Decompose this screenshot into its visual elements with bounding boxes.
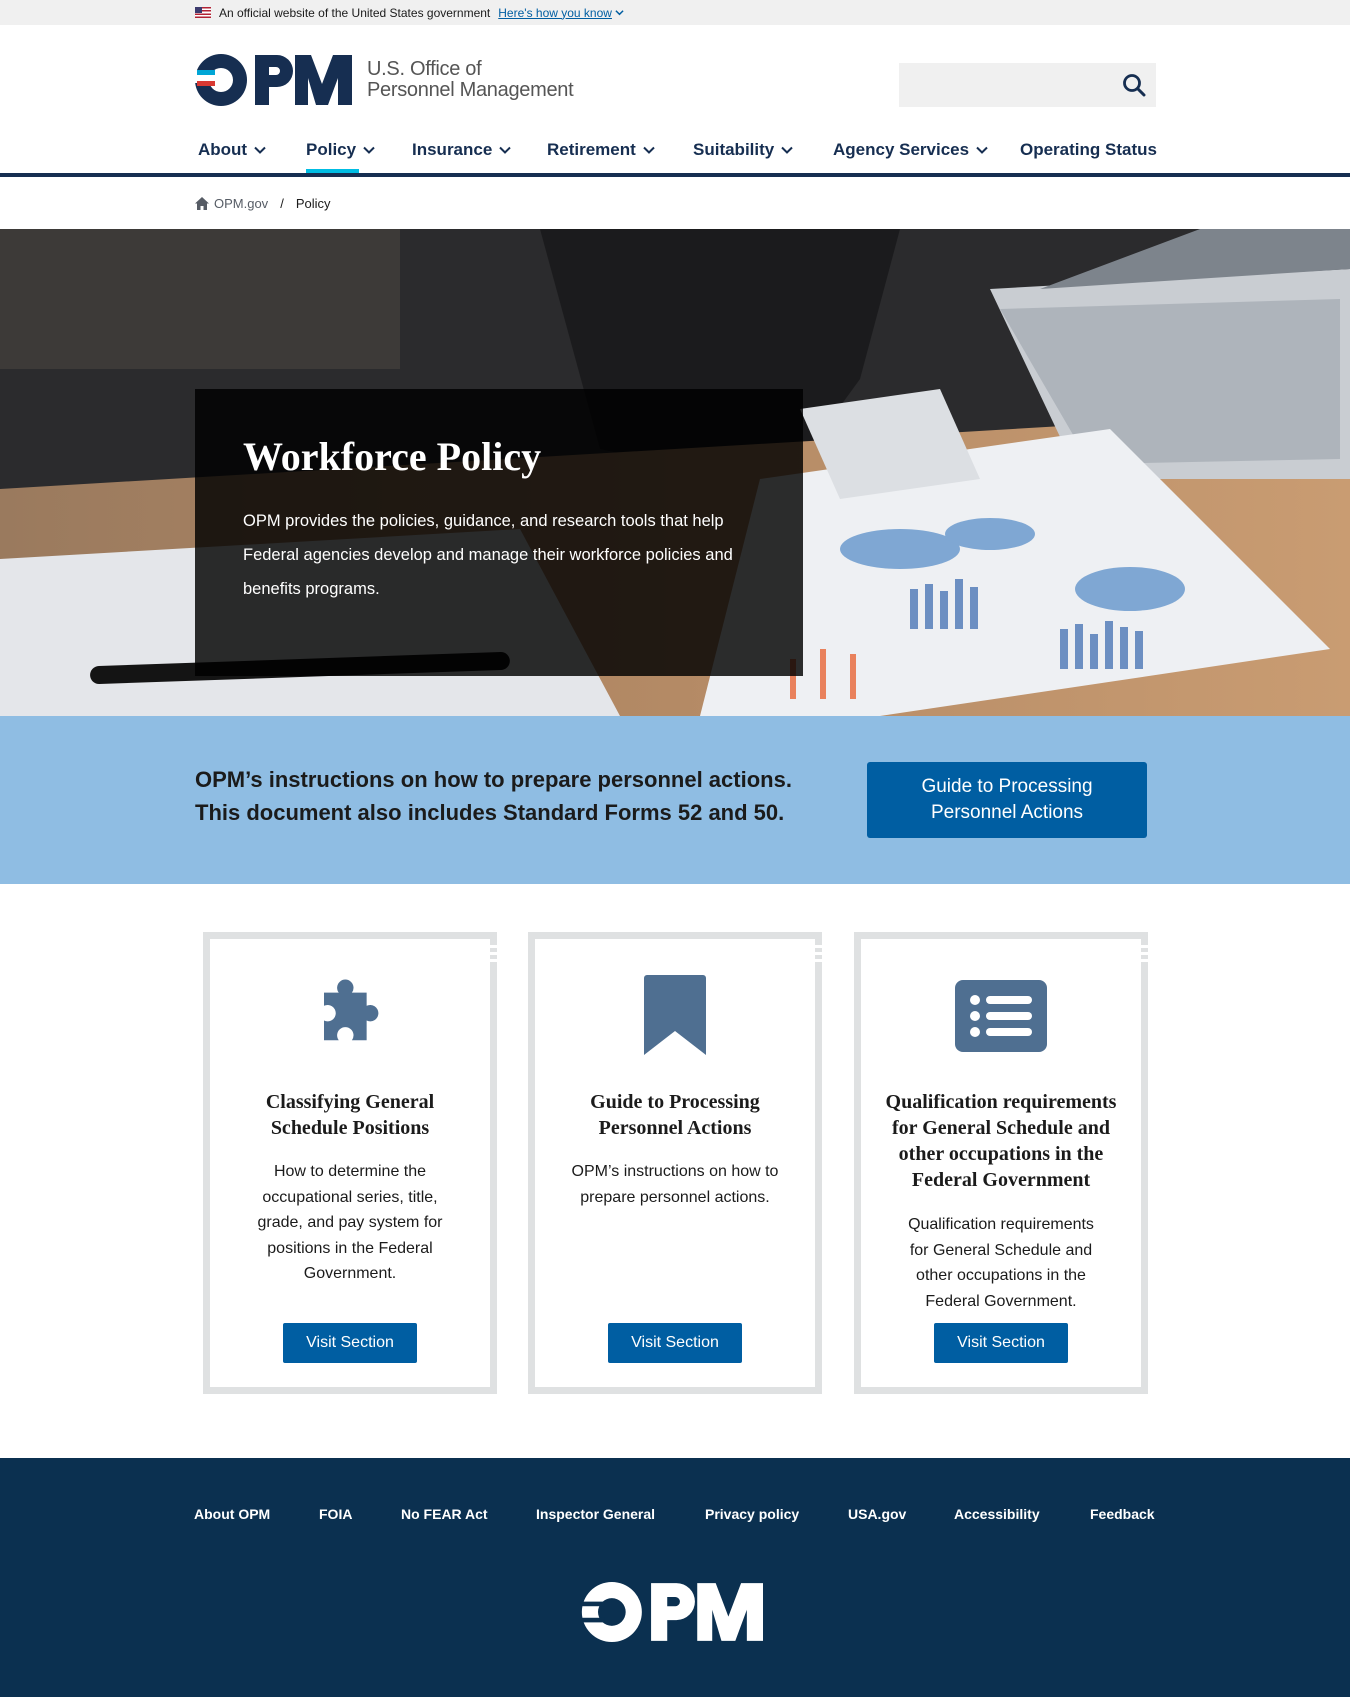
chevron-down-icon bbox=[976, 146, 988, 154]
nav-item-agency-services[interactable]: Agency Services bbox=[833, 127, 988, 173]
card-title: Classifying General Schedule Positions bbox=[265, 1091, 435, 1139]
breadcrumb-home-link[interactable]: OPM.gov bbox=[195, 196, 268, 211]
card-corner-decoration bbox=[1141, 945, 1148, 965]
breadcrumb-current: Policy bbox=[295, 196, 331, 211]
visit-section-button[interactable]: Visit Section bbox=[608, 1323, 742, 1363]
card-corner-decoration bbox=[815, 945, 822, 965]
footer-link-inspector-general[interactable]: Inspector General bbox=[536, 1506, 655, 1522]
site-logo[interactable]: U.S. Office of Personnel Management bbox=[195, 54, 574, 106]
visit-section-button[interactable]: Visit Section bbox=[934, 1323, 1068, 1363]
footer-opm-logo[interactable] bbox=[580, 1582, 766, 1647]
card-description: Qualification requirements for General S… bbox=[908, 1216, 1094, 1310]
footer-link-feedback[interactable]: Feedback bbox=[1090, 1506, 1155, 1522]
callout-text: OPM’s instructions on how to prepare per… bbox=[195, 767, 792, 825]
search-box bbox=[899, 63, 1156, 107]
nav-item-about[interactable]: About bbox=[198, 127, 266, 173]
nav-label: Retirement bbox=[547, 140, 636, 159]
site-footer: About OPM FOIA No FEAR Act Inspector Gen… bbox=[0, 1458, 1350, 1697]
card-description: How to determine the occupational series… bbox=[257, 1163, 443, 1282]
chevron-down-icon bbox=[781, 146, 793, 154]
page-title: Workforce Policy bbox=[243, 434, 542, 479]
how-you-know-label: Here's how you know bbox=[498, 5, 612, 20]
list-icon bbox=[861, 975, 1141, 1052]
chevron-down-icon bbox=[499, 146, 512, 154]
chevron-down-icon bbox=[254, 146, 266, 154]
breadcrumb-separator: / bbox=[280, 196, 284, 211]
how-you-know-link[interactable]: Here's how you know bbox=[498, 6, 624, 20]
hero-description: OPM provides the policies, guidance, and… bbox=[243, 512, 733, 598]
footer-link-about-opm[interactable]: About OPM bbox=[194, 1506, 270, 1522]
footer-link-accessibility[interactable]: Accessibility bbox=[954, 1506, 1040, 1522]
nav-label: Agency Services bbox=[833, 140, 970, 159]
search-input[interactable] bbox=[899, 63, 1109, 107]
main-nav: About Policy Insurance Retirement Suitab… bbox=[0, 127, 1350, 177]
nav-label: Insurance bbox=[412, 140, 493, 159]
breadcrumb: OPM.gov / Policy bbox=[195, 196, 331, 211]
chevron-down-icon bbox=[363, 146, 375, 154]
nav-item-retirement[interactable]: Retirement bbox=[547, 127, 655, 173]
callout-band: OPM’s instructions on how to prepare per… bbox=[0, 716, 1350, 884]
bookmark-icon bbox=[535, 975, 815, 1057]
footer-link-foia[interactable]: FOIA bbox=[319, 1506, 352, 1522]
nav-item-insurance[interactable]: Insurance bbox=[412, 127, 512, 173]
nav-item-operating-status[interactable]: Operating Status bbox=[1020, 127, 1157, 173]
nav-label: Suitability bbox=[693, 140, 775, 159]
breadcrumb-home-label: OPM.gov bbox=[214, 196, 269, 211]
card-guide-processing: Guide to Processing Personnel Actions OP… bbox=[528, 932, 822, 1394]
footer-link-privacy-policy[interactable]: Privacy policy bbox=[705, 1506, 799, 1522]
footer-link-no-fear-act[interactable]: No FEAR Act bbox=[401, 1506, 488, 1522]
visit-section-button[interactable]: Visit Section bbox=[283, 1323, 417, 1363]
footer-link-usa-gov[interactable]: USA.gov bbox=[848, 1506, 906, 1522]
nav-label: Policy bbox=[306, 140, 357, 159]
nav-label: About bbox=[198, 140, 248, 159]
chevron-down-icon bbox=[615, 10, 624, 16]
hero-card: Workforce Policy OPM provides the polici… bbox=[195, 389, 803, 676]
card-title: Guide to Processing Personnel Actions bbox=[590, 1091, 760, 1139]
nav-item-suitability[interactable]: Suitability bbox=[693, 127, 793, 173]
agency-name: U.S. Office of Personnel Management bbox=[367, 58, 574, 101]
nav-item-policy[interactable]: Policy bbox=[306, 127, 375, 173]
hero-banner: Workforce Policy OPM provides the polici… bbox=[0, 229, 1350, 716]
nav-label: Operating Status bbox=[1020, 140, 1157, 159]
card-qualification: Qualification requirements for General S… bbox=[854, 932, 1148, 1394]
opm-logo-mark bbox=[195, 54, 353, 106]
official-site-text: An official website of the United States… bbox=[219, 5, 491, 20]
card-title: Qualification requirements for General S… bbox=[885, 1091, 1117, 1191]
agency-name-line1: U.S. Office of bbox=[367, 58, 482, 80]
puzzle-piece-icon bbox=[210, 975, 490, 1057]
agency-name-line2: Personnel Management bbox=[367, 79, 574, 101]
us-flag-icon bbox=[195, 7, 211, 18]
card-description: OPM’s instructions on how to prepare per… bbox=[571, 1163, 779, 1206]
home-icon bbox=[195, 197, 209, 210]
chevron-down-icon bbox=[643, 146, 655, 154]
gov-banner: An official website of the United States… bbox=[0, 0, 1350, 25]
guide-processing-button[interactable]: Guide to Processing Personnel Actions bbox=[867, 762, 1147, 838]
search-icon[interactable] bbox=[1122, 73, 1146, 97]
card-classifying: Classifying General Schedule Positions H… bbox=[203, 932, 497, 1394]
card-corner-decoration bbox=[490, 945, 497, 965]
